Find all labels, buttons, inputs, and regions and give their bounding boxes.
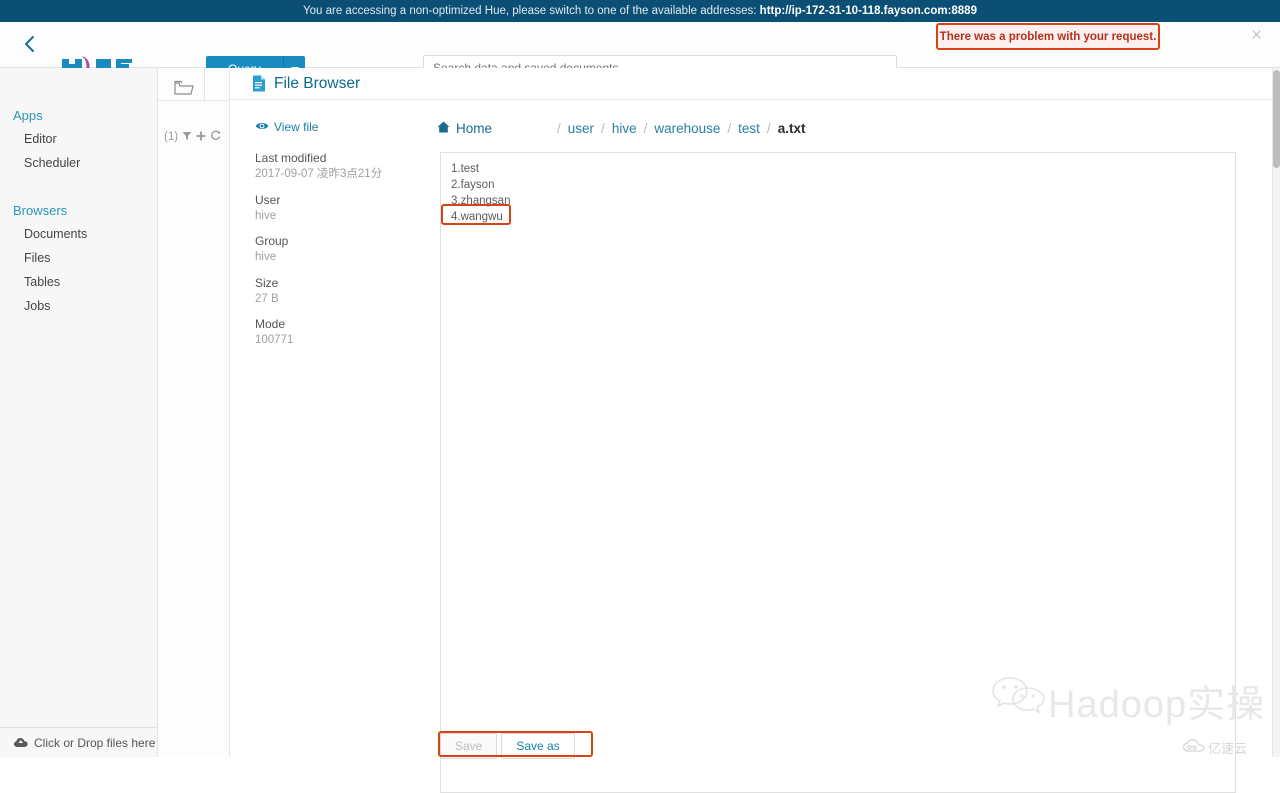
- filter-icon[interactable]: [182, 131, 192, 144]
- editor-action-buttons: Save Save as: [440, 733, 575, 759]
- cloud-upload-icon: [14, 737, 28, 748]
- file-line: 3.zhangsan: [451, 195, 511, 207]
- metadata-label: Mode: [255, 317, 286, 332]
- breadcrumb-separator: /: [643, 120, 648, 136]
- breadcrumb-separator: /: [766, 120, 771, 136]
- assist-toolbar: (1): [164, 130, 221, 144]
- breadcrumb: Home / user / hive / warehouse / test / …: [437, 118, 805, 138]
- metadata-value: hive: [255, 209, 277, 222]
- sidebar-group-apps: Apps Editor Scheduler: [0, 100, 80, 175]
- file-content-lines: 1.test 2.fayson 3.zhangsan 4.wangwu: [441, 153, 1235, 225]
- metadata-value: 100771: [255, 334, 294, 347]
- assist-panel: (1): [158, 68, 230, 757]
- metadata-field-mode: Mode 100771: [255, 317, 420, 349]
- breadcrumb-item-hive[interactable]: hive: [612, 121, 637, 136]
- save-as-button[interactable]: Save as: [501, 733, 575, 759]
- file-line: 2.fayson: [451, 179, 495, 191]
- metadata-label: Group: [255, 234, 289, 249]
- sidebar-group-browsers: Browsers Documents Files Tables Jobs: [0, 195, 87, 318]
- left-sidebar: Apps Editor Scheduler Browsers Documents…: [0, 68, 158, 757]
- sidebar-item-editor[interactable]: Editor: [0, 127, 80, 151]
- file-metadata-panel: View file Last modified 2017-09-07 凌昨3点2…: [255, 120, 420, 349]
- sidebar-item-jobs[interactable]: Jobs: [0, 294, 87, 318]
- breadcrumb-item-warehouse[interactable]: warehouse: [654, 121, 720, 136]
- back-button[interactable]: [14, 22, 44, 68]
- sidebar-item-files[interactable]: Files: [0, 246, 87, 270]
- breadcrumb-item-current: a.txt: [777, 120, 806, 136]
- assist-top-border: [158, 100, 230, 101]
- breadcrumb-home-label: Home: [456, 120, 493, 136]
- eye-icon: [255, 120, 269, 134]
- refresh-icon[interactable]: [210, 130, 221, 144]
- breadcrumb-segments: / user / hive / warehouse / test / a.txt: [550, 121, 805, 136]
- metadata-value: hive: [255, 251, 277, 264]
- error-alert-message: There was a problem with your request.: [939, 30, 1157, 43]
- non-optimized-banner: You are accessing a non-optimized Hue, p…: [0, 0, 1280, 22]
- file-document-icon: [252, 75, 266, 92]
- metadata-field-user: User hive: [255, 193, 420, 225]
- sidebar-item-tables[interactable]: Tables: [0, 270, 87, 294]
- view-file-label: View file: [274, 120, 319, 134]
- main-content-panel: File Browser View file Last modified 201…: [230, 68, 1273, 793]
- sidebar-item-documents[interactable]: Documents: [0, 222, 87, 246]
- banner-address-link[interactable]: http://ip-172-31-10-118.fayson.com:8889: [760, 5, 977, 17]
- folder-open-icon[interactable]: [174, 79, 194, 99]
- breadcrumb-item-user[interactable]: user: [568, 121, 594, 136]
- sidebar-group-label-browsers: Browsers: [13, 203, 68, 218]
- chevron-left-icon: [23, 34, 36, 57]
- file-upload-dropzone[interactable]: Click or Drop files here: [0, 727, 157, 757]
- breadcrumb-separator: /: [557, 120, 561, 136]
- assist-divider: [204, 68, 205, 100]
- metadata-label: Size: [255, 275, 279, 290]
- file-line: 1.test: [451, 163, 480, 175]
- metadata-field-group: Group hive: [255, 234, 420, 266]
- sidebar-group-label-apps: Apps: [13, 108, 43, 123]
- file-line-highlighted: 4.wangwu: [451, 211, 503, 223]
- file-content-editor[interactable]: 1.test 2.fayson 3.zhangsan 4.wangwu: [440, 152, 1236, 793]
- metadata-value: 27 B: [255, 292, 279, 305]
- page-scrollbar-track[interactable]: [1273, 68, 1280, 757]
- page-header: File Browser: [230, 68, 1273, 100]
- banner-message: You are accessing a non-optimized Hue, p…: [303, 5, 757, 17]
- breadcrumb-home[interactable]: Home: [437, 121, 492, 136]
- page-title: File Browser: [274, 74, 361, 92]
- metadata-label: User: [255, 192, 281, 207]
- home-icon: [437, 121, 450, 136]
- error-alert: There was a problem with your request.: [936, 23, 1160, 50]
- breadcrumb-separator: /: [601, 120, 605, 136]
- plus-icon[interactable]: [196, 131, 206, 144]
- sidebar-item-scheduler[interactable]: Scheduler: [0, 151, 80, 175]
- page-scrollbar-thumb[interactable]: [1273, 70, 1280, 168]
- metadata-label: Last modified: [255, 151, 327, 165]
- save-button[interactable]: Save: [440, 733, 498, 759]
- alert-close-icon[interactable]: ×: [1251, 26, 1262, 45]
- metadata-field-size: Size 27 B: [255, 276, 420, 308]
- breadcrumb-item-test[interactable]: test: [738, 121, 760, 136]
- breadcrumb-separator: /: [727, 120, 732, 136]
- metadata-field-last-modified: Last modified 2017-09-07 凌昨3点21分: [255, 151, 420, 183]
- assist-count-label: (1): [164, 131, 179, 143]
- upload-label: Click or Drop files here: [34, 735, 156, 750]
- view-file-link[interactable]: View file: [255, 120, 420, 134]
- metadata-value: 2017-09-07 凌昨3点21分: [255, 168, 383, 180]
